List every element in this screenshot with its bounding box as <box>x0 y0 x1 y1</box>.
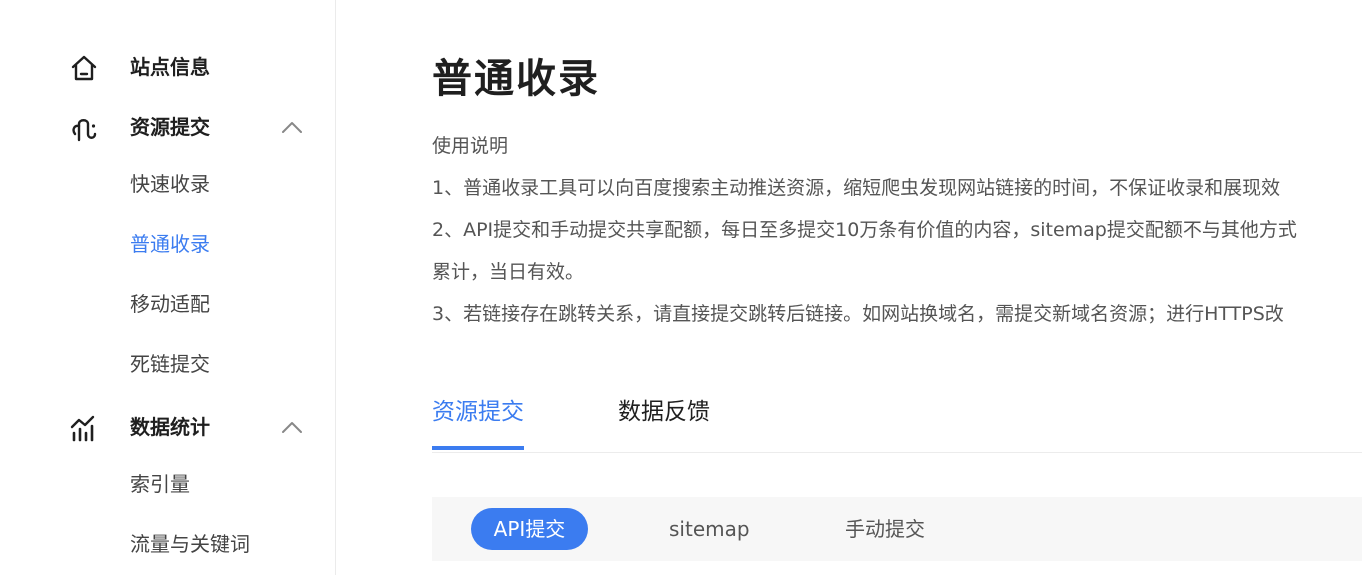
tab-bar: 资源提交 数据反馈 <box>432 390 1362 453</box>
sidebar-item-normal-index[interactable]: 普通收录 <box>130 224 210 264</box>
sidebar-item-fast-index[interactable]: 快速收录 <box>130 164 210 204</box>
usage-line: 3、若链接存在跳转关系，请直接提交跳转后链接。如网站换域名，需提交新域名资源；进… <box>432 303 1284 325</box>
sidebar-group-label: 数据统计 <box>130 415 210 439</box>
submit-method-bar: API提交 sitemap 手动提交 <box>432 497 1362 561</box>
link-icon <box>70 114 98 142</box>
main-content: 普通收录 使用说明 1、普通收录工具可以向百度搜索主动推送资源，缩短爬虫发现网站… <box>336 0 1362 575</box>
home-icon <box>70 54 98 82</box>
sidebar-group-data-stats[interactable]: 数据统计 <box>0 407 335 447</box>
tab-data-feedback[interactable]: 数据反馈 <box>618 392 710 448</box>
chart-icon <box>70 414 98 442</box>
submit-method-sitemap[interactable]: sitemap <box>669 508 750 550</box>
sidebar: 站点信息 资源提交 快速收录 普通收录 移动适配 死链提交 数据统计 索引量 流… <box>0 0 336 575</box>
usage-line: 2、API提交和手动提交共享配额，每日至多提交10万条有价值的内容，sitema… <box>432 219 1297 241</box>
tab-resource-submit[interactable]: 资源提交 <box>432 392 524 450</box>
usage-heading: 使用说明 <box>432 135 509 157</box>
sidebar-item-dead-link[interactable]: 死链提交 <box>130 344 210 384</box>
page-title: 普通收录 <box>432 56 600 102</box>
chevron-up-icon[interactable] <box>280 417 304 437</box>
sidebar-group-label: 资源提交 <box>130 115 210 139</box>
usage-line: 1、普通收录工具可以向百度搜索主动推送资源，缩短爬虫发现网站链接的时间，不保证收… <box>432 177 1281 199</box>
sidebar-item-traffic-keywords[interactable]: 流量与关键词 <box>130 524 250 564</box>
sidebar-item-mobile-adapt[interactable]: 移动适配 <box>130 284 210 324</box>
submit-method-api[interactable]: API提交 <box>471 508 588 550</box>
sidebar-item-site-info[interactable]: 站点信息 <box>0 47 335 87</box>
sidebar-item-label: 站点信息 <box>130 55 210 79</box>
chevron-up-icon[interactable] <box>280 117 304 137</box>
submit-method-manual[interactable]: 手动提交 <box>845 508 925 550</box>
sidebar-group-resource-submit[interactable]: 资源提交 <box>0 107 335 147</box>
sidebar-item-index-volume[interactable]: 索引量 <box>130 464 190 504</box>
usage-line: 累计，当日有效。 <box>432 261 585 283</box>
